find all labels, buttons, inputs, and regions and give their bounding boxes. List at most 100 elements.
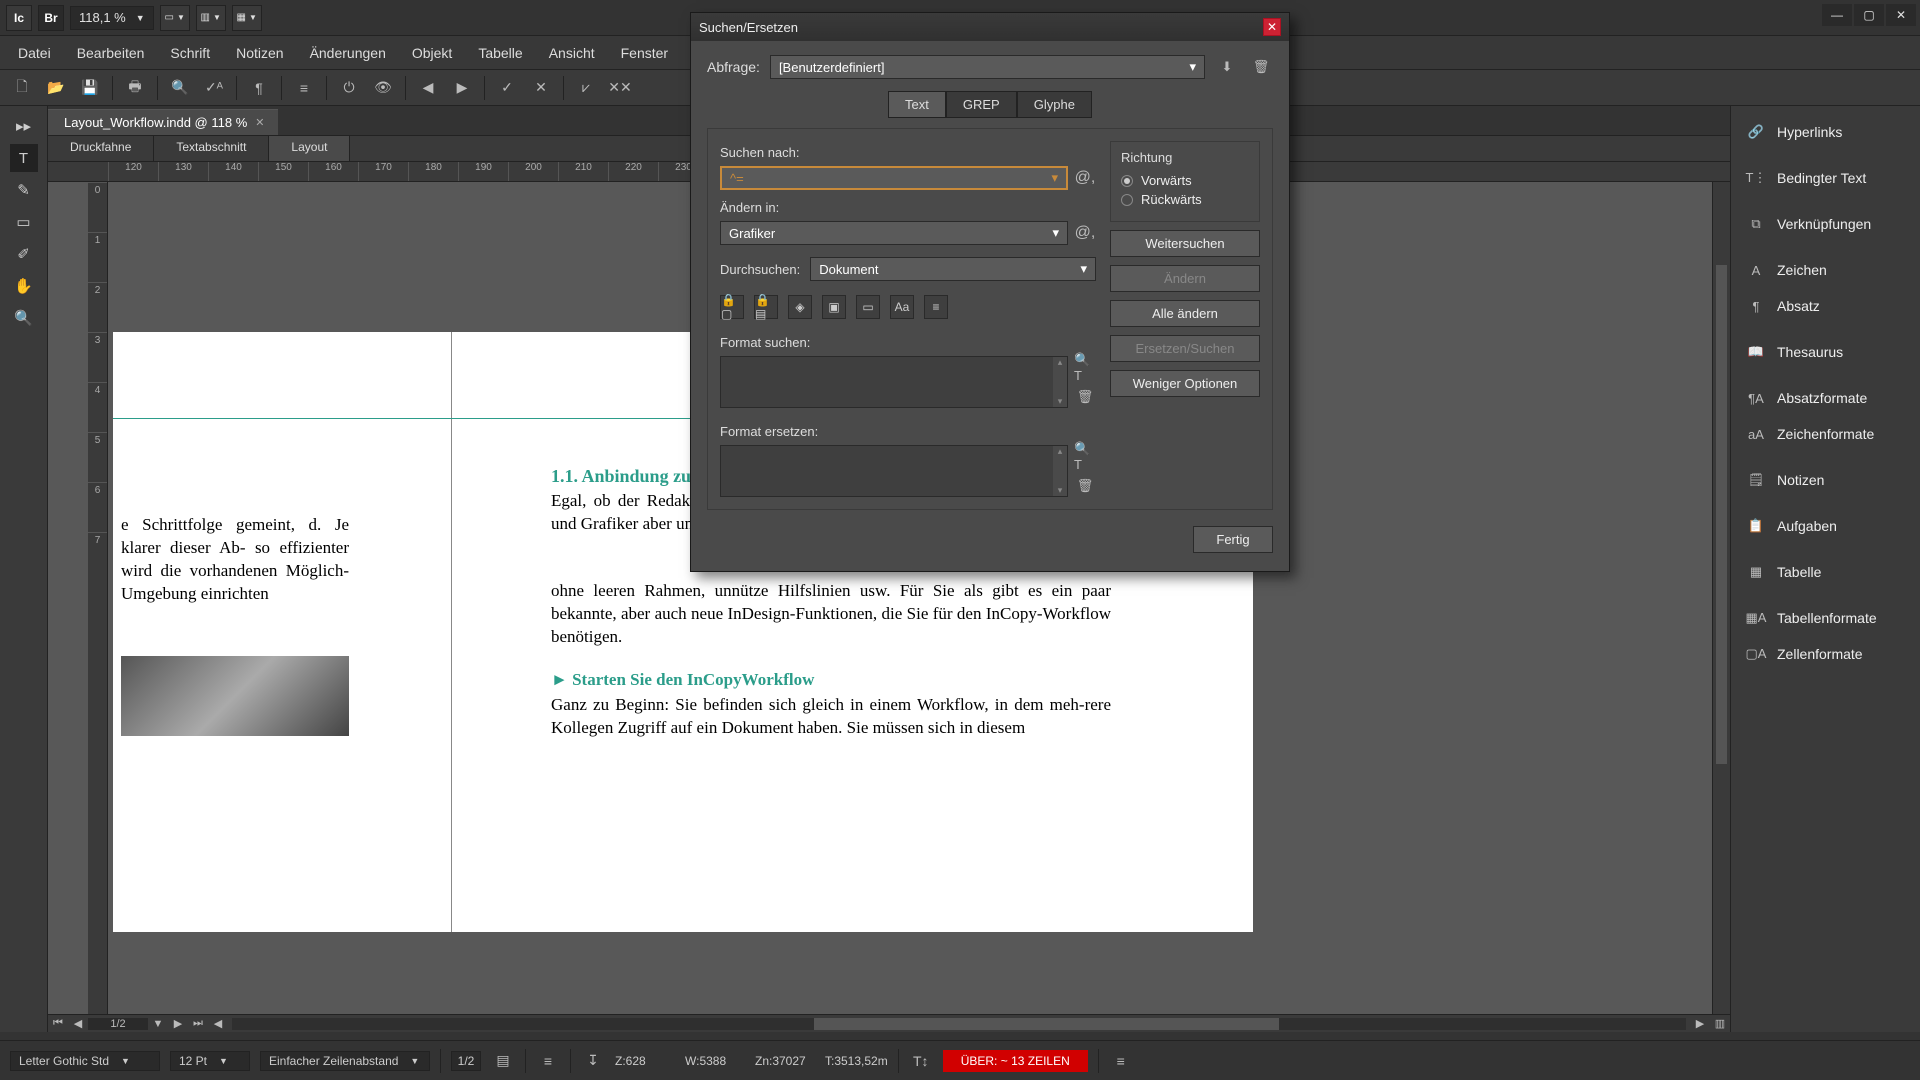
zoom-level-combo[interactable]: 118,1 % ▼ xyxy=(70,6,154,30)
change-find-button[interactable]: Ersetzen/Suchen xyxy=(1110,335,1260,362)
close-tab-icon[interactable]: ✕ xyxy=(255,116,264,129)
page-indicator[interactable]: 1/2 xyxy=(451,1051,481,1071)
panel-links[interactable]: ⧉Verknüpfungen xyxy=(1731,206,1920,242)
print-icon[interactable]: 🖶 xyxy=(123,76,147,100)
window-maximize-button[interactable]: ▢ xyxy=(1854,4,1884,26)
copyfit-icon[interactable]: T↕ xyxy=(909,1049,933,1073)
done-button[interactable]: Fertig xyxy=(1193,526,1273,553)
tab-text[interactable]: Text xyxy=(888,91,946,118)
find-icon[interactable]: 🔍 xyxy=(168,76,192,100)
replace-special-char-button[interactable]: @, xyxy=(1074,224,1096,242)
bridge-button[interactable]: Br xyxy=(38,5,64,31)
dialog-close-button[interactable]: ✕ xyxy=(1263,18,1281,36)
find-special-char-button[interactable]: @, xyxy=(1074,169,1096,187)
vertical-scrollbar[interactable] xyxy=(1712,182,1730,1014)
clear-replace-format-icon[interactable]: 🗑 xyxy=(1074,475,1096,497)
text-column-left[interactable]: e Schrittfolge gemeint, d. Je klarer die… xyxy=(121,514,349,606)
load-query-icon[interactable]: ⬇ xyxy=(1215,55,1239,79)
status-menu-icon[interactable]: ≡ xyxy=(1109,1049,1133,1073)
font-family-combo[interactable]: Letter Gothic Std▼ xyxy=(10,1051,160,1071)
panel-table-styles[interactable]: ▦ATabellenformate xyxy=(1731,600,1920,636)
delete-query-icon[interactable]: 🗑 xyxy=(1249,55,1273,79)
hscroll-right[interactable]: ▶ xyxy=(1690,1017,1710,1030)
collapse-tool-icon[interactable]: ▸▸ xyxy=(10,112,38,140)
font-size-combo[interactable]: 12 Pt▼ xyxy=(170,1051,250,1071)
placed-image[interactable] xyxy=(121,656,349,736)
specify-replace-format-icon[interactable]: 🔍T xyxy=(1074,445,1096,467)
menu-notizen[interactable]: Notizen xyxy=(224,40,295,66)
arrange-button[interactable]: ▦▼ xyxy=(232,5,262,31)
view-tab-textabschnitt[interactable]: Textabschnitt xyxy=(154,136,269,161)
split-view-button[interactable]: ▥ xyxy=(1710,1017,1730,1030)
menu-datei[interactable]: Datei xyxy=(6,40,63,66)
screen-mode-button-1[interactable]: ▭▼ xyxy=(160,5,190,31)
replace-input[interactable]: Grafiker ▾ xyxy=(720,221,1068,245)
panel-paragraph[interactable]: ¶Absatz xyxy=(1731,288,1920,324)
panel-thesaurus[interactable]: 📖Thesaurus xyxy=(1731,334,1920,370)
panel-assignments[interactable]: 📋Aufgaben xyxy=(1731,508,1920,544)
window-close-button[interactable]: ✕ xyxy=(1886,4,1916,26)
find-format-box[interactable]: ▴▾ xyxy=(720,356,1068,408)
panel-paragraph-styles[interactable]: ¶AAbsatzformate xyxy=(1731,380,1920,416)
hscroll-thumb[interactable] xyxy=(814,1018,1279,1030)
panel-cell-styles[interactable]: ▢AZellenformate xyxy=(1731,636,1920,672)
scroll-thumb[interactable] xyxy=(1716,265,1727,764)
reject-all-icon[interactable]: ✕✕ xyxy=(608,76,632,100)
prev-page-button[interactable]: ◀ xyxy=(68,1017,88,1030)
zoom-tool[interactable]: 🔍 xyxy=(10,304,38,332)
accept-all-icon[interactable]: ⩗ xyxy=(574,76,598,100)
panel-character[interactable]: AZeichen xyxy=(1731,252,1920,288)
view-tab-layout[interactable]: Layout xyxy=(269,136,350,161)
menu-ansicht[interactable]: Ansicht xyxy=(537,40,607,66)
direction-forward-radio[interactable]: Vorwärts xyxy=(1121,173,1249,188)
menu-aenderungen[interactable]: Änderungen xyxy=(298,40,398,66)
list-icon[interactable]: ≡ xyxy=(292,76,316,100)
find-next-button[interactable]: Weitersuchen xyxy=(1110,230,1260,257)
prev-icon[interactable]: ◀ xyxy=(416,76,440,100)
accept-icon[interactable]: ✓ xyxy=(495,76,519,100)
whole-word-icon[interactable]: ≡ xyxy=(924,295,948,319)
tab-glyphe[interactable]: Glyphe xyxy=(1017,91,1092,118)
include-footnotes-icon[interactable]: ▭ xyxy=(856,295,880,319)
spellcheck-icon[interactable]: ✓ᴬ xyxy=(202,76,226,100)
page-caret[interactable]: ▼ xyxy=(148,1018,168,1030)
change-button[interactable]: Ändern xyxy=(1110,265,1260,292)
depth-ruler-icon[interactable]: ↧ xyxy=(581,1049,605,1073)
last-page-button[interactable]: ⏭ xyxy=(188,1017,208,1030)
note-tool[interactable]: ✎ xyxy=(10,176,38,204)
clear-find-format-icon[interactable]: 🗑 xyxy=(1074,386,1096,408)
paragraph-body-3[interactable]: Ganz zu Beginn: Sie befinden sich gleich… xyxy=(551,694,1111,740)
window-minimize-button[interactable]: — xyxy=(1822,4,1852,26)
bullet-heading[interactable]: ► Starten Sie den InCopyWorkflow xyxy=(551,670,814,690)
change-all-button[interactable]: Alle ändern xyxy=(1110,300,1260,327)
specify-find-format-icon[interactable]: 🔍T xyxy=(1074,356,1096,378)
case-sensitive-icon[interactable]: Aa xyxy=(890,295,914,319)
next-icon[interactable]: ▶ xyxy=(450,76,474,100)
menu-tabelle[interactable]: Tabelle xyxy=(466,40,534,66)
panel-character-styles[interactable]: aAZeichenformate xyxy=(1731,416,1920,452)
hand-tool[interactable]: ✋ xyxy=(10,272,38,300)
view-tab-druckfahne[interactable]: Druckfahne xyxy=(48,136,154,161)
hscroll-left[interactable]: ◀ xyxy=(208,1017,228,1030)
panel-notes[interactable]: 🗒Notizen xyxy=(1731,462,1920,498)
menu-bearbeiten[interactable]: Bearbeiten xyxy=(65,40,157,66)
leading-combo[interactable]: Einfacher Zeilenabstand▼ xyxy=(260,1051,430,1071)
include-master-pages-icon[interactable]: ▣ xyxy=(822,295,846,319)
find-input[interactable]: ^= ▾ xyxy=(720,166,1068,190)
reject-icon[interactable]: ✕ xyxy=(529,76,553,100)
position-tool[interactable]: ▭ xyxy=(10,208,38,236)
include-locked-layers-icon[interactable]: 🔒▢ xyxy=(720,295,744,319)
next-page-button[interactable]: ▶ xyxy=(168,1017,188,1030)
document-tab[interactable]: Layout_Workflow.indd @ 118 % ✕ xyxy=(48,109,278,135)
page-number-field[interactable]: 1/2 xyxy=(88,1018,148,1030)
scope-combo[interactable]: Dokument ▾ xyxy=(810,257,1096,281)
query-combo[interactable]: [Benutzerdefiniert] ▾ xyxy=(770,55,1205,79)
direction-backward-radio[interactable]: Rückwärts xyxy=(1121,192,1249,207)
include-locked-stories-icon[interactable]: 🔒▤ xyxy=(754,295,778,319)
panel-table[interactable]: ▦Tabelle xyxy=(1731,554,1920,590)
screen-mode-button-2[interactable]: ▥▼ xyxy=(196,5,226,31)
eyedropper-tool[interactable]: ✐ xyxy=(10,240,38,268)
menu-schrift[interactable]: Schrift xyxy=(158,40,222,66)
fewer-options-button[interactable]: Weniger Optionen xyxy=(1110,370,1260,397)
menu-fenster[interactable]: Fenster xyxy=(609,40,680,66)
